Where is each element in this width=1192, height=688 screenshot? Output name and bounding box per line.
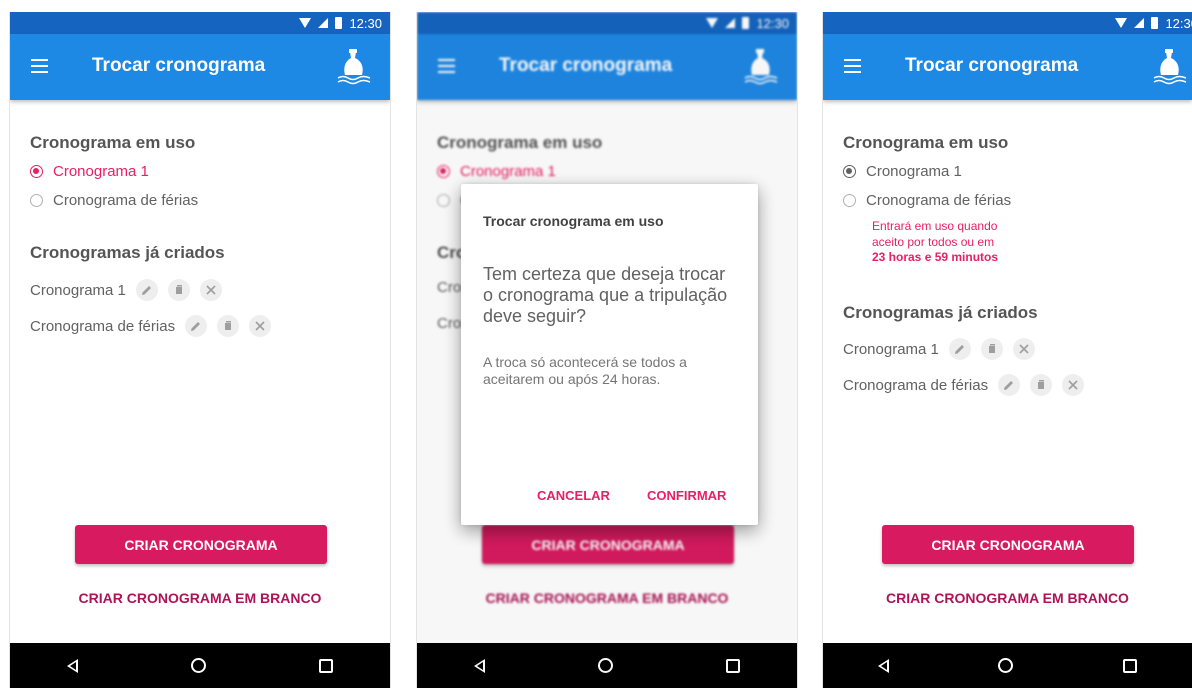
radio-unselected-icon bbox=[843, 194, 856, 207]
dialog-title: Trocar cronograma em uso bbox=[483, 213, 664, 229]
schedule-name: Cronograma de férias bbox=[30, 317, 176, 335]
battery-icon bbox=[1151, 17, 1159, 29]
navigation-bar bbox=[417, 643, 797, 688]
home-icon[interactable] bbox=[998, 658, 1014, 673]
page-title: Trocar cronograma bbox=[92, 55, 266, 76]
create-schedule-button: CRIAR CRONOGRAMA bbox=[482, 525, 734, 564]
status-time: 12:30 bbox=[349, 15, 382, 31]
status-bar: 12:30 bbox=[10, 12, 390, 34]
create-schedule-button[interactable]: CRIAR CRONOGRAMA bbox=[882, 525, 1134, 564]
wifi-icon bbox=[1115, 18, 1128, 28]
radio-label: Cronograma de férias bbox=[53, 192, 199, 209]
radio-label: Cronograma 1 bbox=[866, 163, 962, 180]
bottle-logo-icon bbox=[744, 49, 778, 85]
screen-3: 12:30 Trocar cronograma Cronograma em us… bbox=[822, 12, 1192, 688]
signal-icon bbox=[725, 18, 736, 28]
create-schedule-button[interactable]: CRIAR CRONOGRAMA bbox=[75, 525, 327, 564]
delete-icon[interactable] bbox=[1012, 338, 1035, 360]
signal-icon bbox=[1134, 18, 1145, 28]
schedule-row: Cronograma 1 bbox=[843, 338, 1045, 360]
screen-2: 12:30 Trocar cronograma Cronograma em us… bbox=[416, 12, 798, 688]
copy-icon[interactable] bbox=[1030, 374, 1053, 396]
radio-option-schedule-1: Cronograma 1 bbox=[437, 163, 556, 180]
radio-option-vacation[interactable]: Cronograma de férias bbox=[30, 192, 198, 209]
home-icon[interactable] bbox=[597, 658, 613, 673]
app-bar: Trocar cronograma bbox=[823, 34, 1192, 100]
schedule-row: Cronograma de férias bbox=[843, 374, 1094, 396]
current-schedule-title: Cronograma em uso bbox=[437, 133, 603, 152]
navigation-bar bbox=[10, 643, 390, 688]
home-icon[interactable] bbox=[190, 658, 206, 673]
create-blank-schedule-button: CRIAR CRONOGRAMA EM BRANCO bbox=[485, 590, 729, 606]
pending-change-note: Entrará em uso quando aceito por todos o… bbox=[872, 219, 998, 266]
radio-label: Cronograma 1 bbox=[53, 163, 149, 180]
recents-icon[interactable] bbox=[726, 658, 741, 673]
radio-label: Cronograma de férias bbox=[866, 192, 1012, 209]
recents-icon[interactable] bbox=[1123, 658, 1138, 673]
created-schedules-title: Cronogramas já criados bbox=[843, 303, 1038, 322]
edit-icon[interactable] bbox=[185, 315, 208, 337]
navigation-bar bbox=[823, 643, 1192, 688]
bottle-logo-icon bbox=[337, 49, 371, 85]
radio-option-schedule-1[interactable]: Cronograma 1 bbox=[843, 163, 962, 180]
schedule-name: Cronograma 1 bbox=[30, 281, 126, 299]
app-bar: Trocar cronograma bbox=[10, 34, 390, 100]
back-icon[interactable] bbox=[877, 658, 889, 673]
back-icon[interactable] bbox=[473, 658, 485, 673]
edit-icon[interactable] bbox=[135, 279, 158, 301]
app-bar: Trocar cronograma bbox=[417, 34, 797, 100]
radio-unselected-icon bbox=[437, 194, 450, 207]
delete-icon[interactable] bbox=[249, 315, 272, 337]
radio-selected-icon bbox=[30, 165, 43, 178]
confirm-dialog: Trocar cronograma em uso Tem certeza que… bbox=[461, 184, 758, 525]
signal-icon bbox=[318, 18, 329, 28]
create-blank-schedule-button[interactable]: CRIAR CRONOGRAMA EM BRANCO bbox=[40, 590, 360, 606]
menu-icon bbox=[438, 59, 455, 73]
status-time: 12:30 bbox=[756, 15, 789, 31]
schedule-name: Cronograma 1 bbox=[843, 340, 939, 358]
edit-icon[interactable] bbox=[948, 338, 971, 360]
pending-line: Entrará em uso quando bbox=[872, 219, 998, 233]
delete-icon[interactable] bbox=[1062, 374, 1085, 396]
battery-icon bbox=[335, 17, 343, 29]
pending-line: aceito por todos ou em bbox=[872, 234, 995, 249]
confirm-button[interactable]: CONFIRMAR bbox=[647, 488, 726, 503]
schedule-row: Cronograma 1 bbox=[30, 279, 232, 301]
radio-selected-icon bbox=[843, 165, 856, 178]
radio-selected-icon bbox=[437, 165, 450, 178]
menu-icon[interactable] bbox=[844, 59, 861, 73]
copy-icon[interactable] bbox=[167, 279, 190, 301]
back-icon[interactable] bbox=[66, 658, 78, 673]
current-schedule-title: Cronograma em uso bbox=[843, 133, 1009, 152]
recents-icon[interactable] bbox=[319, 658, 334, 673]
bottle-logo-icon bbox=[1153, 49, 1187, 85]
delete-icon[interactable] bbox=[199, 279, 222, 301]
radio-label: Cronograma 1 bbox=[460, 163, 556, 180]
battery-icon bbox=[742, 17, 750, 29]
menu-icon[interactable] bbox=[31, 59, 48, 73]
screen-1: 12:30 Trocar cronograma Cronograma em us… bbox=[9, 12, 391, 688]
create-blank-schedule-button[interactable]: CRIAR CRONOGRAMA EM BRANCO bbox=[847, 590, 1168, 606]
status-time: 12:30 bbox=[1165, 15, 1192, 31]
radio-unselected-icon bbox=[30, 194, 43, 207]
dialog-note: A troca só acontecerá se todos a aceitar… bbox=[483, 354, 687, 387]
radio-option-schedule-1[interactable]: Cronograma 1 bbox=[30, 163, 149, 180]
cancel-button[interactable]: CANCELAR bbox=[537, 488, 610, 503]
schedule-row: Cronograma de férias bbox=[30, 315, 281, 337]
status-bar: 12:30 bbox=[823, 12, 1192, 34]
created-schedules-title: Cronogramas já criados bbox=[30, 243, 225, 262]
radio-option-vacation[interactable]: Cronograma de férias bbox=[843, 192, 1011, 209]
pending-countdown: 23 horas e 59 minutos bbox=[872, 250, 999, 264]
status-bar: 12:30 bbox=[417, 12, 797, 34]
current-schedule-title: Cronograma em uso bbox=[30, 133, 196, 152]
schedule-name: Cronograma de férias bbox=[843, 376, 989, 394]
page-title: Trocar cronograma bbox=[499, 55, 673, 76]
wifi-icon bbox=[706, 18, 719, 28]
edit-icon[interactable] bbox=[998, 374, 1021, 396]
copy-icon[interactable] bbox=[217, 315, 240, 337]
dialog-question: Tem certeza que deseja trocar o cronogra… bbox=[483, 264, 728, 326]
copy-icon[interactable] bbox=[980, 338, 1003, 360]
page-title: Trocar cronograma bbox=[905, 55, 1079, 76]
wifi-icon bbox=[299, 18, 312, 28]
